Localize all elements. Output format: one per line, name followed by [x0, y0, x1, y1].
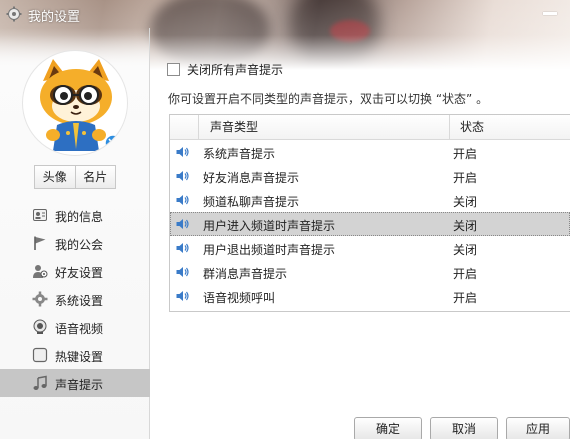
speaker-icon [176, 195, 189, 205]
ok-button[interactable]: 确定 [354, 417, 422, 439]
row-sound-type: 用户退出频道时声音提示 [203, 243, 336, 257]
sidebar-item-voice-video[interactable]: 语音视频 [0, 313, 150, 341]
sidebar-item-label: 语音视频 [55, 322, 104, 336]
mute-all-option[interactable]: 关闭所有声音提示 [167, 61, 283, 78]
speaker-icon [176, 243, 189, 253]
row-sound-type: 频道私聊声音提示 [203, 195, 300, 209]
table-row[interactable]: 用户退出频道时声音提示 关闭 [170, 236, 570, 260]
table-header: 声音类型 状态 [170, 115, 570, 140]
raccoon-mascot-avatar [40, 59, 122, 152]
hotkey-icon [32, 347, 48, 363]
apply-button[interactable]: 应用 [506, 417, 570, 439]
row-sound-type: 语音视频呼叫 [203, 291, 276, 305]
friend-settings-icon [33, 265, 48, 278]
gear-icon [32, 291, 48, 307]
sidebar-item-friend-settings[interactable]: 好友设置 [0, 257, 150, 285]
sidebar-item-label: 热键设置 [55, 350, 104, 364]
sidebar: 头像 名片 我的信息 我的公会 好友设置 系统设置 语音视频 热键设置 声音提示 [0, 28, 150, 439]
table-row[interactable]: 语音视频呼叫 开启 [170, 284, 570, 308]
sound-alert-table: 声音类型 状态 系统声音提示 开启 好友消息声音提示 开启 频道私聊声音提示 关闭 用户进入… [169, 114, 570, 312]
table-row[interactable]: 频道私聊声音提示 关闭 [170, 188, 570, 212]
music-note-icon [33, 375, 47, 390]
row-state[interactable]: 关闭 [453, 193, 477, 210]
speaker-icon [176, 147, 189, 157]
row-sound-type: 用户进入频道时声音提示 [203, 219, 336, 233]
row-state[interactable]: 关闭 [453, 217, 477, 234]
sidebar-item-label: 好友设置 [55, 266, 104, 280]
table-row[interactable]: 用户进入频道时声音提示 关闭 [170, 212, 570, 236]
table-row[interactable]: 好友消息声音提示 开启 [170, 164, 570, 188]
sidebar-item-my-info[interactable]: 我的信息 [0, 201, 150, 229]
row-state[interactable]: 开启 [453, 169, 477, 186]
row-sound-type: 系统声音提示 [203, 147, 276, 161]
speaker-icon [176, 171, 189, 181]
column-header-sound-type[interactable]: 声音类型 [199, 115, 450, 139]
column-header-state[interactable]: 状态 [450, 115, 570, 139]
sidebar-item-sound-alerts[interactable]: 声音提示 [0, 369, 150, 397]
sidebar-item-label: 系统设置 [55, 294, 104, 308]
title-bar[interactable]: 我的设置 [0, 0, 570, 28]
row-sound-type: 群消息声音提示 [203, 267, 288, 281]
tab-avatar[interactable]: 头像 [34, 165, 76, 189]
header-icon-column [170, 115, 199, 139]
mute-all-label: 关闭所有声音提示 [187, 63, 284, 77]
hint-text: 你可设置开启不同类型的声音提示，双击可以切换 “状态” 。 [168, 92, 489, 106]
window-title: 我的设置 [28, 10, 81, 25]
row-sound-type: 好友消息声音提示 [203, 171, 300, 185]
avatar-tabs: 头像 名片 [34, 165, 116, 189]
sidebar-item-label: 我的信息 [55, 210, 104, 224]
tab-card[interactable]: 名片 [75, 165, 116, 189]
minimize-icon[interactable] [543, 12, 557, 15]
sound-alert-settings: 关闭所有声音提示 你可设置开启不同类型的声音提示，双击可以切换 “状态” 。 声… [150, 28, 570, 439]
table-row[interactable]: 系统声音提示 开启 [170, 140, 570, 164]
sidebar-item-label: 声音提示 [55, 378, 104, 392]
sidebar-item-system-settings[interactable]: 系统设置 [0, 285, 150, 313]
id-card-icon [33, 209, 47, 221]
table-body: 系统声音提示 开启 好友消息声音提示 开启 频道私聊声音提示 关闭 用户进入频道时声音提示关… [170, 140, 570, 308]
speaker-icon [176, 291, 189, 301]
speaker-icon [176, 267, 189, 277]
row-state[interactable]: 关闭 [453, 241, 477, 258]
flag-icon [34, 236, 46, 250]
sidebar-item-hotkey-settings[interactable]: 热键设置 [0, 341, 150, 369]
settings-nav: 我的信息 我的公会 好友设置 系统设置 语音视频 热键设置 声音提示 [0, 201, 150, 397]
sidebar-item-label: 我的公会 [55, 238, 104, 252]
gear-icon [6, 6, 22, 22]
sidebar-item-my-guild[interactable]: 我的公会 [0, 229, 150, 257]
mute-all-checkbox[interactable] [167, 63, 180, 76]
row-state[interactable]: 开启 [453, 145, 477, 162]
speaker-icon [176, 219, 189, 229]
row-state[interactable]: 开启 [453, 289, 477, 306]
cancel-button[interactable]: 取消 [430, 417, 498, 439]
webcam-icon [33, 319, 47, 334]
table-row[interactable]: 群消息声音提示 开启 [170, 260, 570, 284]
avatar[interactable] [22, 50, 128, 156]
row-state[interactable]: 开启 [453, 265, 477, 282]
